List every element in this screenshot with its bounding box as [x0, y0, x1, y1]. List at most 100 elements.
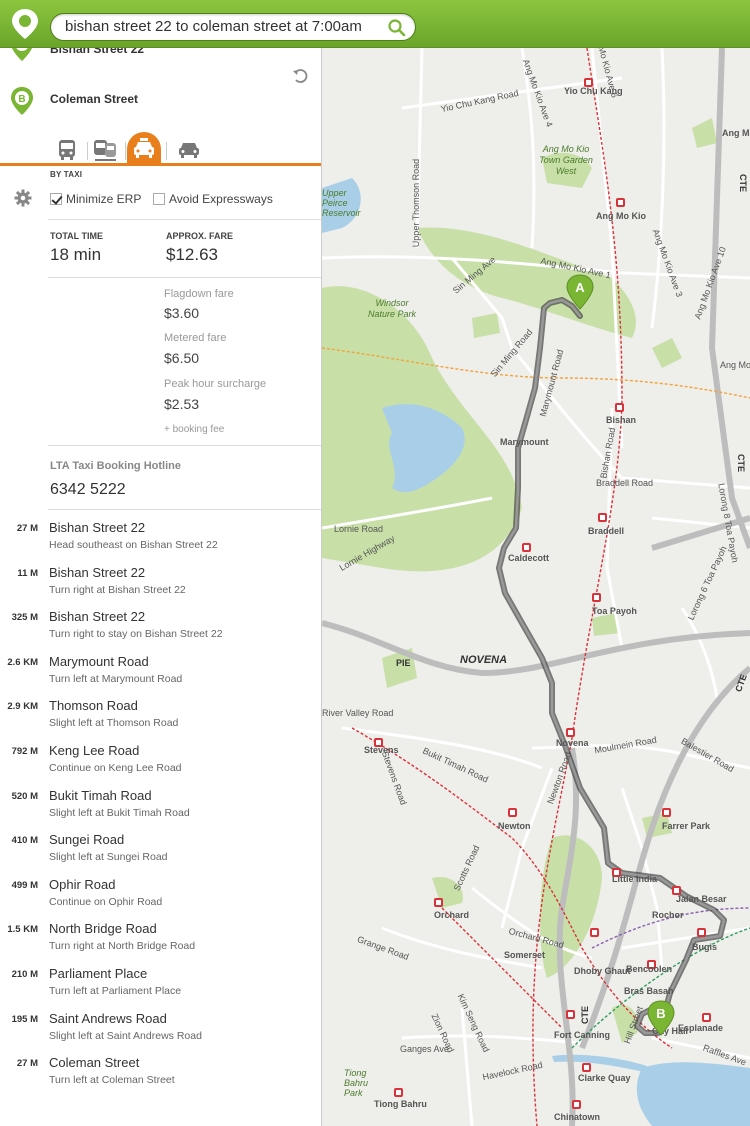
flagdown-fare-value: $3.60: [164, 305, 200, 321]
mrt-station-icon[interactable]: [592, 593, 601, 602]
directions-panel: A Bishan Street 22 B Coleman Street: [0, 48, 322, 1126]
mrt-station-icon[interactable]: [616, 198, 625, 207]
mrt-station-icon[interactable]: [394, 1088, 403, 1097]
bus-mode-tab[interactable]: [50, 132, 84, 164]
mrt-station-icon[interactable]: [598, 513, 607, 522]
step-road-name: Ophir Road: [49, 876, 116, 892]
car-icon: [179, 143, 199, 158]
minimize-erp-checkbox[interactable]: Minimize ERP: [50, 192, 141, 206]
map-label: Marymount: [500, 437, 549, 447]
search-input[interactable]: [65, 18, 385, 35]
destination-pin-icon: B: [11, 87, 33, 115]
step-distance: 195 M: [11, 1013, 38, 1025]
direction-step[interactable]: 2.9 KM Thomson Road Slight left at Thomson…: [0, 695, 321, 735]
map-label: Braddell: [588, 526, 625, 536]
origin-row[interactable]: A Bishan Street 22: [0, 48, 321, 62]
step-road-name: Bishan Street 22: [49, 609, 146, 625]
direction-step[interactable]: 27 M Coleman Street Turn left at Coleman S…: [0, 1052, 321, 1092]
search-icon[interactable]: [387, 18, 407, 38]
map-label: Clarke Quay: [578, 1073, 631, 1083]
destination-row[interactable]: B Coleman Street: [0, 84, 321, 116]
avoid-expressways-checkbox[interactable]: Avoid Expressways: [153, 192, 273, 206]
mrt-station-icon[interactable]: [590, 928, 599, 937]
map-label: Ang Mo: [722, 128, 750, 138]
mrt-station-icon[interactable]: [582, 1063, 591, 1072]
direction-step[interactable]: 520 M Bukit Timah Road Slight left at Buki…: [0, 785, 321, 825]
mrt-station-icon[interactable]: [615, 403, 624, 412]
direction-step[interactable]: 210 M Parliament Place Turn left at Parlia…: [0, 963, 321, 1003]
hotline-label: LTA Taxi Booking Hotline: [50, 460, 181, 472]
direction-step[interactable]: 2.6 KM Marymount Road Turn left at Marymou…: [0, 651, 321, 691]
map-label: Bras Basah: [624, 986, 674, 996]
svg-text:B: B: [18, 94, 25, 105]
step-distance: 2.6 KM: [7, 656, 38, 668]
map-label: NOVENA: [460, 654, 508, 666]
divider: [48, 277, 321, 278]
map-label: Ganges Ave: [400, 1044, 449, 1054]
step-road-name: Parliament Place: [49, 966, 148, 981]
booking-fee-note: + booking fee: [164, 424, 225, 435]
map-label: CTE: [580, 1006, 590, 1024]
origin-marker-icon[interactable]: A: [566, 274, 594, 310]
step-distance: 325 M: [11, 612, 38, 624]
avoid-expressways-check-box[interactable]: [153, 193, 165, 205]
step-road-name: Marymount Road: [49, 653, 149, 669]
direction-step[interactable]: 195 M Saint Andrews Road Slight left at Sa…: [0, 1008, 321, 1048]
direction-step[interactable]: 11 M Bishan Street 22 Turn right at Bishan…: [0, 562, 321, 602]
step-distance: 499 M: [11, 879, 38, 891]
step-instruction: Turn right at North Bridge Road: [49, 940, 196, 953]
direction-step[interactable]: 27 M Bishan Street 22 Head southeast on Bi…: [0, 517, 321, 557]
mrt-station-icon[interactable]: [572, 1100, 581, 1109]
direction-step[interactable]: 325 M Bishan Street 22 Turn right to stay …: [0, 606, 321, 646]
minimize-erp-check-box[interactable]: [50, 193, 62, 205]
mrt-station-icon[interactable]: [508, 808, 517, 817]
peak-surcharge-label: Peak hour surcharge: [164, 378, 267, 390]
route-map[interactable]: Yio Chu Kang Road Yio Chu Kang Ang Mo Ki…: [322, 48, 750, 1126]
avoid-expressways-label: Avoid Expressways: [169, 192, 273, 206]
destination-marker-icon[interactable]: B: [647, 1000, 675, 1036]
direction-step[interactable]: 499 M Ophir Road Continue on Ophir Road: [0, 874, 321, 914]
step-road-name: Sungei Road: [49, 832, 125, 848]
step-road-name: North Bridge Road: [49, 921, 157, 937]
map-label: Rochor: [652, 910, 684, 920]
map-label: Dhoby Ghaut: [574, 966, 631, 976]
location-pin-icon: [12, 9, 38, 39]
mrt-station-icon[interactable]: [566, 1010, 575, 1019]
step-instruction: Slight left at Sungei Road: [49, 851, 168, 864]
map-canvas[interactable]: [322, 48, 750, 1126]
step-distance: 27 M: [16, 523, 38, 534]
map-label: Orchard: [434, 910, 470, 920]
svg-text:A: A: [575, 280, 585, 295]
divider: [48, 445, 321, 446]
map-label: Toa Payoh: [592, 606, 637, 616]
mrt-station-icon[interactable]: [434, 898, 443, 907]
mrt-station-icon[interactable]: [522, 543, 531, 552]
direction-step[interactable]: 1.5 KM North Bridge Road Turn right at Nor…: [0, 918, 321, 958]
map-label: Bencoolen: [626, 964, 673, 974]
train-mode-tab[interactable]: [88, 132, 122, 164]
map-label: Upper Peirce Reservoir: [322, 188, 361, 218]
taxi-mode-tab[interactable]: [127, 132, 161, 164]
mrt-station-icon[interactable]: [662, 808, 671, 817]
reverse-route-icon[interactable]: [292, 68, 308, 84]
step-distance: 410 M: [11, 835, 38, 847]
car-mode-tab[interactable]: [172, 132, 206, 164]
gear-icon[interactable]: [14, 189, 32, 207]
svg-text:A: A: [18, 48, 25, 51]
step-instruction: Turn left at Parliament Place: [49, 985, 182, 997]
search-box[interactable]: [50, 13, 416, 41]
hotline-number[interactable]: 6342 5222: [50, 481, 126, 499]
map-label: Little India: [612, 874, 657, 884]
mrt-station-icon[interactable]: [566, 728, 575, 737]
step-road-name: Saint Andrews Road: [49, 1010, 167, 1026]
direction-step[interactable]: 792 M Keng Lee Road Continue on Keng Lee R…: [0, 740, 321, 780]
step-distance: 11 M: [17, 567, 38, 579]
step-distance: 27 M: [16, 1058, 38, 1070]
map-label: Caldecott: [508, 553, 550, 563]
divider: [48, 219, 321, 220]
approx-fare-value: $12.63: [166, 245, 218, 264]
mrt-station-icon[interactable]: [702, 1013, 711, 1022]
map-label: Ang Mo Kio: [596, 211, 646, 221]
mrt-station-icon[interactable]: [697, 928, 706, 937]
direction-step[interactable]: 410 M Sungei Road Slight left at Sungei Ro…: [0, 829, 321, 869]
